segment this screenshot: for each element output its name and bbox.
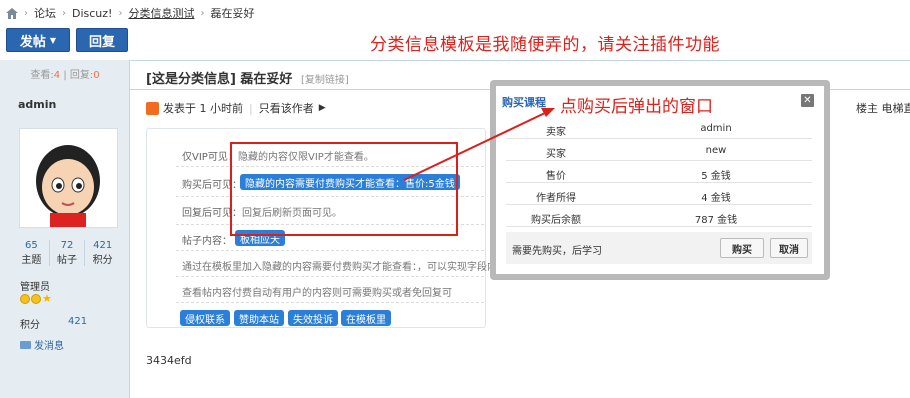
- row-key: 作者所得: [536, 193, 576, 204]
- highlight-box: [230, 142, 458, 236]
- floor-label[interactable]: 楼主 电梯直: [856, 100, 910, 116]
- report-invalid-button[interactable]: 失效投诉: [288, 310, 338, 326]
- user-medals: ★: [20, 292, 52, 305]
- send-message-label: 发消息: [34, 341, 64, 352]
- divider: [176, 250, 484, 251]
- in-template-button[interactable]: 在模板里: [341, 310, 391, 326]
- post-button-label: 发帖: [19, 34, 46, 50]
- points-label: 积分: [20, 320, 40, 331]
- report-infringement-button[interactable]: 侵权联系: [180, 310, 230, 326]
- divider: [176, 276, 484, 277]
- meta-separator: |: [249, 101, 253, 115]
- modal-row-seller: 卖家 admin: [506, 118, 812, 139]
- send-message-link[interactable]: 发消息: [20, 337, 64, 352]
- stat-posts[interactable]: 72 帖子: [50, 240, 86, 266]
- stat-points[interactable]: 421 积分: [85, 240, 120, 266]
- smiley-icon: [20, 294, 30, 304]
- buy-button[interactable]: 购买: [720, 238, 764, 258]
- thread-stats: 查看:4 | 回复:0: [0, 66, 130, 81]
- description-line-2: 查看帖内容付费自动有用户的内容则可需要购买或者免回复可: [182, 288, 452, 299]
- stat-value: 421: [93, 240, 113, 251]
- row-value: 787 金钱: [694, 215, 738, 226]
- row-value: admin: [700, 123, 732, 134]
- row-value: 5 金钱: [701, 171, 731, 182]
- stat-label: 帖子: [57, 255, 77, 266]
- divider: [176, 302, 484, 303]
- points-value: 421: [68, 316, 88, 327]
- only-author-link[interactable]: 只看该作者: [259, 100, 314, 116]
- post-button[interactable]: 发帖 ▼: [6, 28, 70, 52]
- user-role[interactable]: 管理员: [20, 278, 50, 293]
- modal-hint: 需要先购买，后学习: [512, 246, 602, 257]
- content-label: 帖子内容：: [182, 236, 232, 247]
- post-meta: 发表于 1 小时前 | 只看该作者 ▶: [146, 100, 326, 116]
- stat-threads[interactable]: 65 主题: [14, 240, 50, 266]
- modal-row-price: 售价 5 金钱: [506, 162, 812, 183]
- row-value: 4 金钱: [701, 193, 731, 204]
- stats-separator: |: [63, 70, 67, 81]
- row-key: 售价: [546, 171, 566, 182]
- stat-value: 72: [60, 240, 74, 251]
- modal-title: 购买课程: [502, 96, 546, 109]
- views-label: 查看:: [30, 70, 54, 81]
- stat-label: 积分: [92, 255, 113, 266]
- breadcrumb-forum[interactable]: 论坛: [34, 5, 56, 21]
- close-icon[interactable]: ✕: [801, 94, 814, 107]
- views-count: 4: [53, 70, 61, 81]
- modal-row-balance: 购买后余额 787 金钱: [506, 206, 812, 227]
- modal-row-author-income: 作者所得 4 金钱: [506, 184, 812, 205]
- chevron-right-icon: ▶: [318, 103, 326, 113]
- stat-value: 65: [24, 240, 38, 251]
- breadcrumb-separator: ›: [118, 7, 123, 19]
- description-line-1: 通过在模板里加入隐藏的内容需要付费购买才能查看：，可以实现字段内: [182, 262, 497, 273]
- annotation-top: 分类信息模板是我随便弄的，请关注插件功能: [370, 35, 720, 55]
- online-status-icon: [146, 101, 159, 115]
- row-key: 购买后余额: [531, 215, 581, 226]
- breadcrumb-thread: 磊在妥好: [210, 7, 255, 20]
- row-key: 买家: [546, 149, 566, 160]
- breadcrumb-separator: ›: [62, 7, 66, 19]
- annotation-popup: 点购买后弹出的窗口: [560, 97, 713, 117]
- breadcrumb-separator: ›: [200, 7, 205, 19]
- breadcrumb: › 论坛 › Discuz! › 分类信息测试 › 磊在妥好: [6, 4, 254, 22]
- chevron-down-icon: ▼: [49, 35, 57, 45]
- thread-title: 磊在妥好: [240, 72, 293, 87]
- star-icon: ★: [42, 292, 52, 305]
- sponsor-button[interactable]: 赞助本站: [234, 310, 284, 326]
- copy-link[interactable]: [复制链接]: [301, 75, 349, 86]
- row-value: new: [705, 145, 727, 156]
- avatar[interactable]: [19, 128, 118, 228]
- avatar-image: [36, 145, 100, 227]
- stat-label: 主题: [21, 255, 42, 266]
- cancel-button[interactable]: 取消: [770, 238, 808, 258]
- reply-button[interactable]: 回复: [76, 28, 128, 52]
- author-stats: 65 主题 72 帖子 421 积分: [14, 240, 120, 266]
- replies-count: 0: [93, 70, 100, 81]
- breadcrumb-discuz[interactable]: Discuz!: [72, 7, 112, 20]
- row-key: 卖家: [546, 127, 566, 138]
- post-time: 发表于 1 小时前: [163, 102, 243, 115]
- user-points: 积分 421: [20, 316, 87, 331]
- modal-footer: 需要先购买，后学习 购买 取消: [506, 232, 812, 264]
- mail-icon: [20, 340, 31, 349]
- breadcrumb-separator: ›: [24, 7, 28, 19]
- replies-label: 回复:: [69, 70, 94, 81]
- home-icon[interactable]: [6, 7, 18, 19]
- thread-category[interactable]: [这是分类信息]: [146, 72, 236, 87]
- post-body-text: 3434efd: [146, 354, 192, 367]
- page-title: [这是分类信息] 磊在妥好 [复制链接]: [146, 68, 349, 87]
- smiley-icon: [31, 294, 41, 304]
- author-name[interactable]: admin: [18, 98, 56, 111]
- modal-row-buyer: 买家 new: [506, 140, 812, 161]
- breadcrumb-category[interactable]: 分类信息测试: [128, 5, 194, 21]
